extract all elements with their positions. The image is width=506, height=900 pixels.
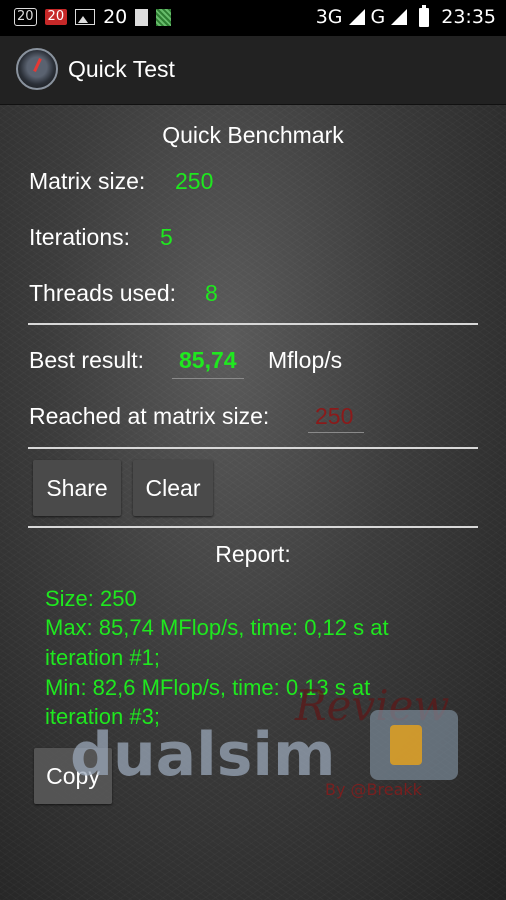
report-line: Min: 82,6 MFlop/s, time: 0,13 s at	[45, 675, 371, 700]
iterations-value: 5	[160, 224, 173, 250]
copy-button[interactable]: Copy	[34, 748, 112, 804]
best-result-label: Best result:	[29, 347, 145, 373]
battery-icon	[419, 4, 430, 27]
share-button[interactable]: Share	[33, 460, 121, 516]
reached-underline	[308, 432, 364, 433]
reached-value: 250	[315, 403, 354, 429]
benchmark-heading: Quick Benchmark	[162, 122, 344, 148]
document-icon	[135, 8, 149, 26]
matrix-size-value: 250	[175, 168, 214, 194]
threads-value: 8	[205, 280, 218, 306]
report-heading: Report:	[215, 541, 291, 567]
app-logo-icon[interactable]	[16, 48, 58, 90]
signal-icon-2	[391, 9, 408, 25]
divider	[28, 323, 478, 325]
notification-red-icon: 20	[44, 9, 68, 25]
clock: 23:35	[441, 6, 496, 28]
matrix-size-label: Matrix size:	[29, 168, 146, 194]
divider	[28, 526, 478, 528]
best-result-unit: Mflop/s	[268, 347, 343, 373]
divider	[28, 447, 478, 449]
report-line: Max: 85,74 MFlop/s, time: 0,12 s at	[45, 615, 389, 640]
reached-label: Reached at matrix size:	[29, 403, 270, 429]
threads-label: Threads used:	[29, 280, 177, 306]
report-line: iteration #3;	[45, 704, 160, 729]
report-line: iteration #1;	[45, 645, 160, 670]
network-g-label: G	[370, 6, 386, 28]
page-title: Quick Test	[68, 56, 175, 82]
notification-box-icon: 20	[14, 8, 37, 26]
best-result-underline	[172, 378, 244, 379]
status-bar: 20 20 20 3G G 23:35	[0, 0, 506, 36]
app-notification-icon	[156, 8, 172, 26]
best-result-value: 85,74	[179, 347, 237, 373]
clear-button[interactable]: Clear	[133, 460, 213, 516]
notification-count: 20	[103, 6, 128, 28]
image-icon	[75, 9, 96, 25]
signal-icon	[348, 9, 365, 25]
network-3g-label: 3G	[315, 6, 343, 28]
iterations-label: Iterations:	[29, 224, 130, 250]
report-line: Size: 250	[45, 586, 137, 611]
